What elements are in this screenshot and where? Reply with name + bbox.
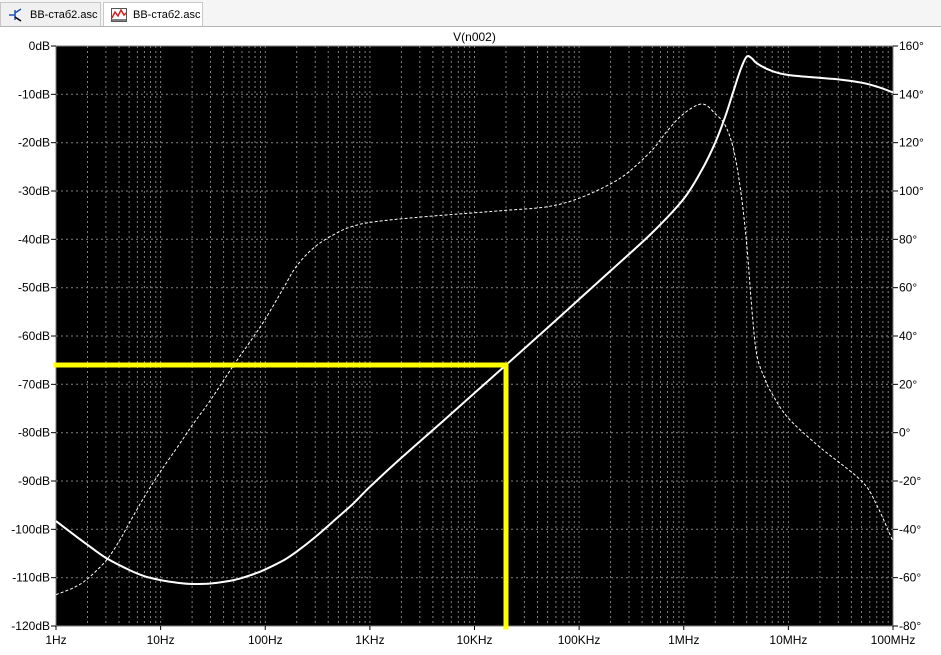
y-right-tick-label: -20° [899,474,921,488]
y-right-tick-label: 100° [899,184,924,198]
x-tick-label: 100Hz [248,633,283,647]
tab-schematic[interactable]: ВВ-стаб2.asc [0,2,101,26]
x-tick-label: 10MHz [769,633,807,647]
y-left-tick-label: -120dB [11,619,50,633]
y-right-tick-label: 160° [899,39,924,53]
y-right-tick-label: -80° [899,619,921,633]
y-left-tick-label: -50dB [18,281,50,295]
x-tick-label: 100MHz [871,633,916,647]
waveform-plot: 1Hz 10Hz 100Hz 1KHz 10KHz 100KHz 1MHz 10MHz 100M… [11,30,924,647]
waveform-pane: 1Hz 10Hz 100Hz 1KHz 10KHz 100KHz 1MHz 10MHz 100M… [0,27,941,650]
y-right-tick-label: -40° [899,522,921,536]
y-left-tick-label: -70dB [18,377,50,391]
schematic-icon [7,7,25,23]
y-left-tick-label: -90dB [18,474,50,488]
waveform-icon [110,7,128,23]
y-right-tick-label: -60° [899,571,921,585]
x-tick-label: 100KHz [558,633,601,647]
y-right-tick-label: 40° [899,329,917,343]
document-tab-bar: ВВ-стаб2.asc ВВ-стаб2.asc [0,0,941,27]
y-left-tick-label: -20dB [18,136,50,150]
y-right-tick-label: 80° [899,232,917,246]
x-tick-label: 1KHz [355,633,384,647]
x-tick-label: 1Hz [45,633,66,647]
y-left-tick-label: -100dB [11,522,50,536]
y-left-tick-label: -110dB [12,571,50,585]
y-left-tick-label: -60dB [18,329,50,343]
y-left-tick-label: -80dB [18,426,50,440]
y-left-tick-label: -10dB [18,87,50,101]
y-right-tick-label: 140° [899,87,924,101]
tab-waveform[interactable]: ВВ-стаб2.asc [103,2,203,26]
y-left-tick-label: -30dB [18,184,50,198]
x-tick-label: 10Hz [147,633,175,647]
trace-title[interactable]: V(n002) [453,30,496,44]
tab-label: ВВ-стаб2.asc [30,8,98,21]
y-left-tick-label: 0dB [29,39,50,53]
y-right-tick-label: 120° [899,136,924,150]
y-right-tick-label: 20° [899,377,917,391]
y-right-tick-label: 60° [899,281,917,295]
x-tick-label: 10KHz [456,633,492,647]
y-left-tick-label: -40dB [18,232,50,246]
y-right-tick-label: 0° [899,426,911,440]
tab-label: ВВ-стаб2.asc [133,8,201,21]
x-tick-label: 1MHz [668,633,699,647]
